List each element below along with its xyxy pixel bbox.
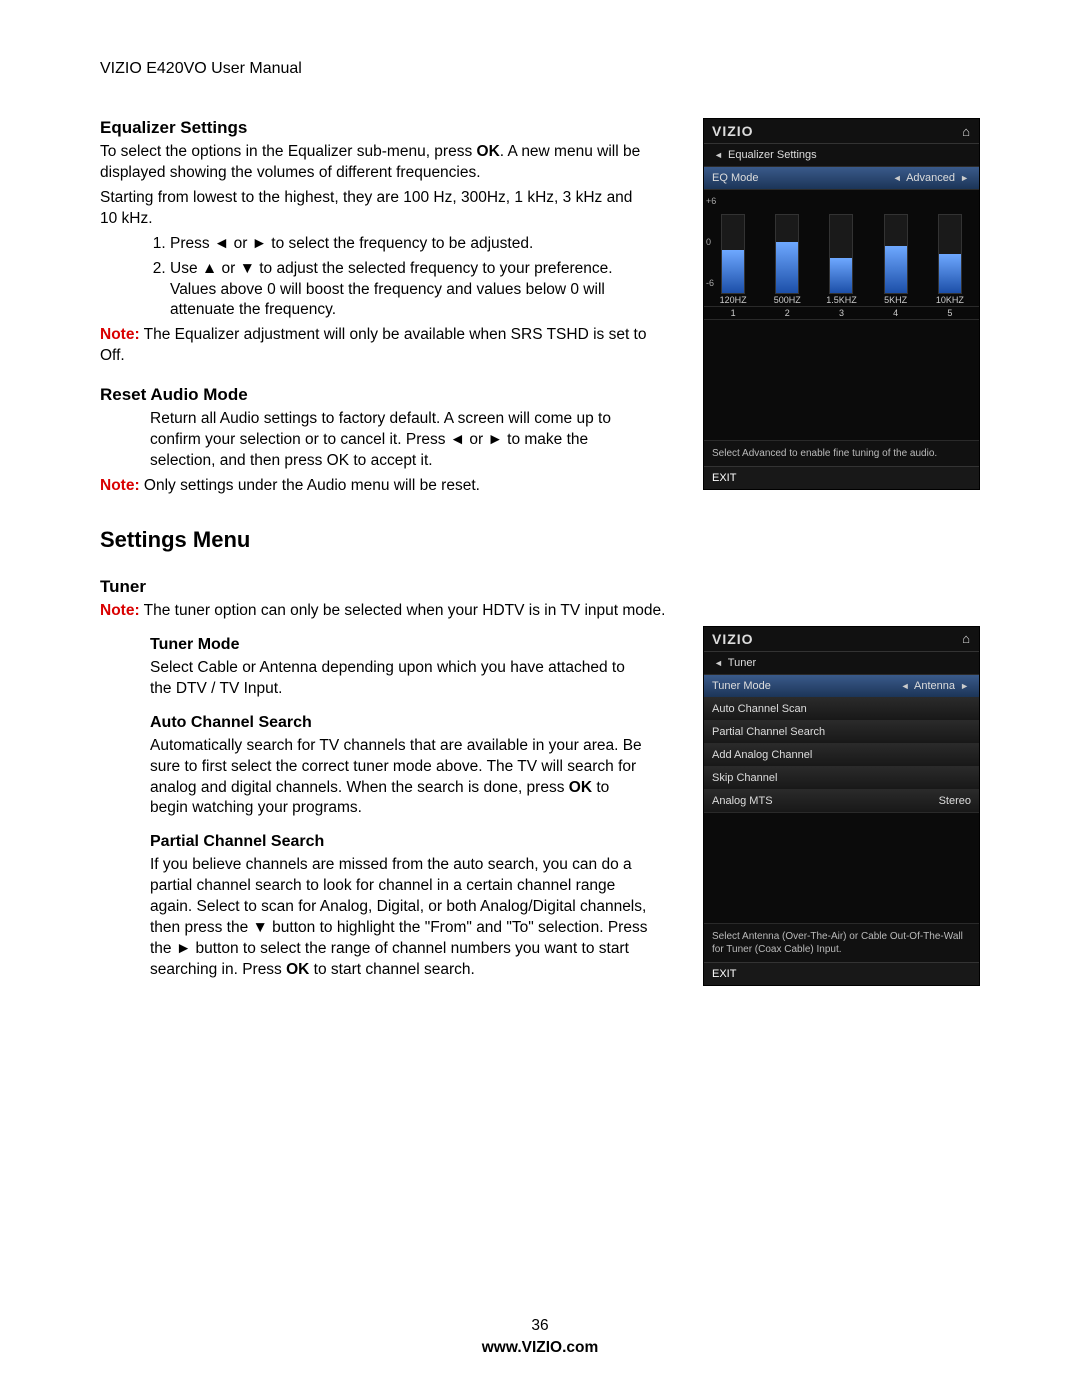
osd-menu-label: Tuner Mode [712, 678, 771, 694]
osd-menu-item[interactable]: Auto Channel Scan [704, 698, 979, 721]
eq-step-2: Use ▲ or ▼ to adjust the selected freque… [170, 259, 650, 322]
osd-menu-value: ◄ Antenna ► [899, 678, 971, 694]
eq-side-lo: -6 [706, 278, 716, 288]
eq-num-labels: 12345 [704, 307, 979, 320]
osd-exit[interactable]: EXIT [704, 962, 979, 985]
osd-menu-item[interactable]: Skip Channel [704, 767, 979, 790]
page-number: 36 [0, 1317, 1080, 1335]
tuner-note: Note: The tuner option can only be selec… [100, 601, 980, 622]
heading-reset-audio: Reset Audio Mode [100, 385, 650, 405]
eq-step-1: Press ◄ or ► to select the frequency to … [170, 234, 650, 255]
reset-note: Note: Only settings under the Audio menu… [100, 476, 650, 497]
partial-channel-para: If you believe channels are missed from … [150, 855, 650, 981]
osd-menu-label: Auto Channel Scan [712, 701, 807, 717]
osd-exit[interactable]: EXIT [704, 466, 979, 489]
eq-steps: Press ◄ or ► to select the frequency to … [170, 234, 650, 322]
osd-tuner: VIZIO ⌂ ◄ Tuner Tuner Mode ◄ Antenna ► Aut… [703, 626, 980, 986]
eq-mode-row[interactable]: EQ Mode ◄ Advanced ► [704, 167, 979, 190]
back-arrow-icon: ◄ [714, 658, 723, 668]
osd-help-text: Select Antenna (Over-The-Air) or Cable O… [704, 924, 979, 962]
home-icon: ⌂ [962, 124, 971, 139]
doc-header: VIZIO E420VO User Manual [100, 60, 980, 78]
eq-note: Note: The Equalizer adjustment will only… [100, 325, 650, 367]
home-icon: ⌂ [962, 631, 971, 646]
osd-title: Equalizer Settings [728, 149, 817, 161]
osd-menu-item[interactable]: Tuner Mode ◄ Antenna ► [704, 675, 979, 698]
tuner-mode-para: Select Cable or Antenna depending upon w… [150, 658, 650, 700]
osd-brand: VIZIO [712, 123, 754, 139]
page-footer: 36 www.VIZIO.com [0, 1317, 1080, 1357]
eq-mode-label: EQ Mode [712, 170, 758, 186]
osd-menu-label: Analog MTS [712, 793, 773, 809]
osd-menu-value: Stereo [939, 793, 971, 809]
eq-side-hi: +6 [706, 196, 716, 206]
osd-equalizer: VIZIO ⌂ ◄ Equalizer Settings EQ Mode ◄ A… [703, 118, 980, 490]
osd-menu-label: Partial Channel Search [712, 724, 825, 740]
left-arrow-icon: ◄ [893, 173, 902, 183]
osd-title: Tuner [728, 657, 756, 669]
osd-menu-item[interactable]: Analog MTS Stereo [704, 790, 979, 813]
heading-tuner: Tuner [100, 577, 980, 597]
osd-menu-label: Skip Channel [712, 770, 777, 786]
osd-menu-label: Add Analog Channel [712, 747, 812, 763]
eq-side-mid: 0 [706, 237, 716, 247]
eq-freq-labels: 120HZ500HZ1.5KHZ5KHZ10KHZ [704, 294, 979, 307]
osd-menu-item[interactable]: Add Analog Channel [704, 744, 979, 767]
right-arrow-icon: ► [960, 173, 969, 183]
eq-mode-value: Advanced [906, 172, 955, 184]
osd-help-text: Select Advanced to enable fine tuning of… [704, 441, 979, 466]
osd-brand: VIZIO [712, 631, 754, 647]
eq-sliders[interactable]: +6 0 -6 [704, 190, 979, 294]
footer-url: www.VIZIO.com [0, 1339, 1080, 1357]
heading-settings-menu: Settings Menu [100, 527, 650, 553]
back-arrow-icon: ◄ [714, 150, 723, 160]
osd-menu-item[interactable]: Partial Channel Search [704, 721, 979, 744]
eq-para-2: Starting from lowest to the highest, the… [100, 188, 650, 230]
auto-channel-para: Automatically search for TV channels tha… [150, 736, 650, 820]
reset-para: Return all Audio settings to factory def… [150, 409, 650, 472]
